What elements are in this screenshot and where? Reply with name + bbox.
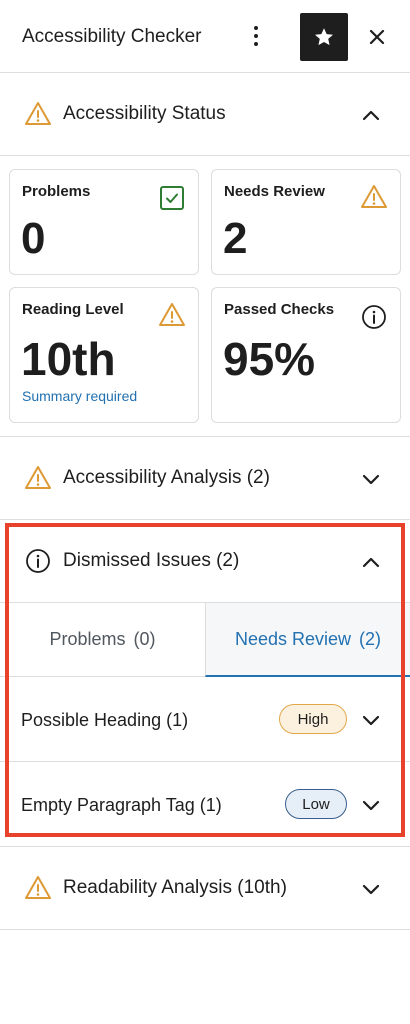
chevron-down-icon bbox=[362, 474, 380, 485]
chevron-down-icon bbox=[362, 800, 380, 811]
needs-review-card: Needs Review 2 bbox=[211, 169, 401, 275]
accessibility-analysis-toggle[interactable]: Accessibility Analysis (2) bbox=[0, 437, 410, 520]
warning-icon bbox=[361, 185, 387, 208]
issue-label: Possible Heading (1) bbox=[21, 710, 189, 730]
severity-badge-high: High bbox=[279, 704, 347, 734]
chevron-down-icon bbox=[362, 884, 380, 895]
readability-analysis-label: Readability Analysis (10th) bbox=[63, 877, 287, 898]
issue-label: Empty Paragraph Tag (1) bbox=[21, 795, 222, 815]
needs-review-card-label: Needs Review bbox=[224, 183, 325, 200]
tab-needs-review[interactable]: Needs Review (2) bbox=[205, 603, 410, 677]
problems-card-label: Problems bbox=[22, 183, 91, 200]
accessibility-status-label: Accessibility Status bbox=[63, 103, 226, 124]
reading-level-card-value: 10th bbox=[21, 333, 116, 385]
needs-review-card-value: 2 bbox=[223, 214, 248, 263]
info-icon bbox=[362, 305, 386, 329]
panel-header: Accessibility Checker bbox=[0, 0, 410, 73]
panel-title: Accessibility Checker bbox=[22, 26, 202, 47]
info-icon bbox=[26, 549, 50, 573]
warning-icon bbox=[25, 466, 51, 489]
passed-checks-card-label: Passed Checks bbox=[224, 301, 335, 318]
close-icon bbox=[369, 29, 385, 45]
warning-icon bbox=[25, 876, 51, 899]
close-button[interactable] bbox=[364, 24, 390, 50]
tab-needs-review-label: Needs Review bbox=[234, 628, 352, 649]
star-button[interactable] bbox=[300, 13, 348, 61]
issue-row-empty-paragraph[interactable]: Empty Paragraph Tag (1) Low bbox=[0, 763, 410, 847]
passed-checks-card: Passed Checks 95% bbox=[211, 287, 401, 423]
severity-badge-low: Low bbox=[285, 789, 347, 819]
reading-level-card-label: Reading Level bbox=[22, 301, 124, 318]
accessibility-status-toggle[interactable]: Accessibility Status bbox=[0, 73, 410, 156]
accessibility-analysis-label: Accessibility Analysis (2) bbox=[63, 467, 270, 488]
passed-checks-card-value: 95% bbox=[223, 333, 316, 385]
tab-needs-review-count: (2) bbox=[359, 628, 382, 649]
dismissed-issues-toggle[interactable]: Dismissed Issues (2) bbox=[0, 520, 410, 603]
tab-problems-label: Problems bbox=[49, 629, 126, 649]
readability-analysis-toggle[interactable]: Readability Analysis (10th) bbox=[0, 847, 410, 930]
summary-required-link[interactable]: Summary required bbox=[22, 388, 137, 404]
reading-level-card: Reading Level 10th Summary required bbox=[9, 287, 199, 423]
issue-row-possible-heading[interactable]: Possible Heading (1) High bbox=[0, 678, 410, 762]
check-box-icon bbox=[160, 186, 184, 210]
warning-icon bbox=[159, 303, 185, 326]
chevron-down-icon bbox=[362, 715, 380, 726]
tab-problems[interactable]: Problems (0) bbox=[0, 603, 205, 677]
more-vertical-icon[interactable] bbox=[246, 24, 266, 50]
problems-card-value: 0 bbox=[21, 214, 46, 263]
chevron-up-icon bbox=[362, 110, 380, 121]
tab-problems-count: (0) bbox=[133, 629, 156, 649]
star-icon bbox=[315, 28, 333, 46]
dismissed-issues-label: Dismissed Issues (2) bbox=[63, 550, 240, 571]
chevron-up-icon bbox=[362, 557, 380, 568]
problems-card: Problems 0 bbox=[9, 169, 199, 275]
warning-icon bbox=[25, 102, 51, 125]
